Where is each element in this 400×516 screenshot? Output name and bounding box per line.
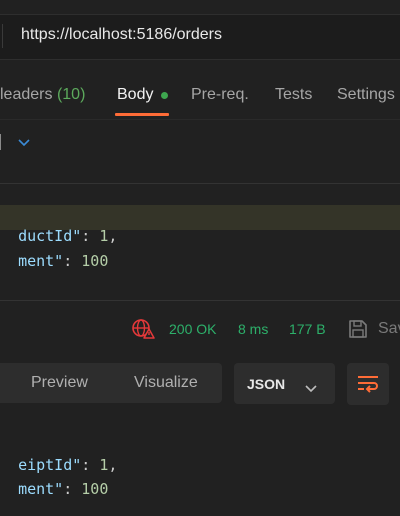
tab-body[interactable]: Body (117, 86, 153, 104)
url-input[interactable]: https://localhost:5186/orders (21, 26, 222, 44)
tab-visualize[interactable]: Visualize (134, 374, 198, 392)
chevron-down-icon (305, 380, 317, 398)
wrap-lines-icon (357, 373, 379, 400)
status-code[interactable]: 200 OK (169, 321, 216, 337)
editor-top-divider (0, 183, 400, 184)
active-tab-indicator (115, 113, 169, 116)
format-select-value: JSON (247, 376, 286, 392)
tab-tests[interactable]: Tests (275, 86, 312, 104)
response-size[interactable]: 177 B (289, 321, 326, 337)
body-modified-dot (161, 92, 168, 99)
response-body-line[interactable]: ment": 100 (0, 462, 108, 498)
tab-headers[interactable]: leaders (10) (0, 86, 85, 104)
body-mode-radio[interactable] (0, 134, 4, 150)
chevron-down-icon[interactable] (18, 135, 30, 150)
url-method-divider (2, 24, 3, 48)
tab-pre-request[interactable]: Pre-req. (191, 86, 249, 104)
tab-headers-label: leaders (0, 86, 53, 103)
tab-headers-count: (10) (56, 86, 86, 103)
tab-settings[interactable]: Settings (337, 86, 395, 104)
tabs-divider (0, 119, 400, 120)
response-divider (0, 300, 400, 301)
response-time[interactable]: 8 ms (238, 321, 268, 337)
request-body-line[interactable]: ment": 100 (0, 234, 108, 270)
save-icon[interactable] (347, 318, 369, 345)
save-response-button[interactable]: Sav (378, 320, 400, 338)
tab-preview[interactable]: Preview (31, 374, 88, 392)
globe-error-icon[interactable] (131, 318, 155, 345)
